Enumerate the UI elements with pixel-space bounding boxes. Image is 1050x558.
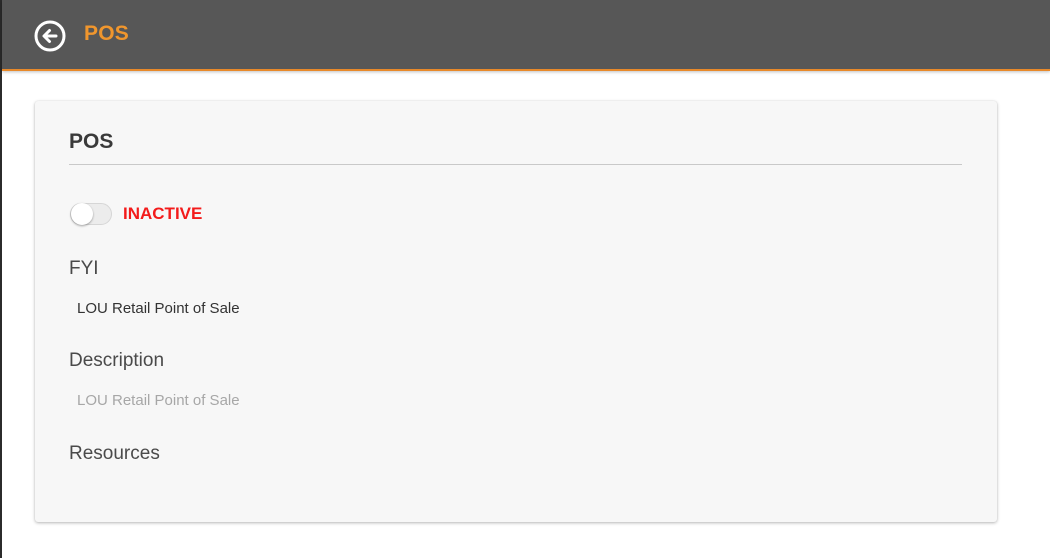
title-divider (69, 164, 962, 165)
card-title: POS (69, 130, 114, 153)
status-label: INACTIVE (123, 204, 203, 223)
resources-label: Resources (69, 443, 160, 464)
description-label: Description (69, 350, 165, 371)
status-toggle[interactable] (70, 203, 112, 225)
pos-detail-card: POS INACTIVE FYI LOU Retail Point of Sal… (35, 101, 997, 522)
toggle-knob (71, 203, 93, 225)
description-field[interactable]: LOU Retail Point of Sale (77, 392, 240, 409)
page-title: POS (84, 22, 129, 45)
arrow-left-circle-icon (34, 20, 66, 52)
back-button[interactable] (34, 20, 66, 52)
fyi-value[interactable]: LOU Retail Point of Sale (77, 300, 240, 317)
fyi-label: FYI (69, 258, 99, 279)
top-app-bar: POS (2, 0, 1050, 71)
